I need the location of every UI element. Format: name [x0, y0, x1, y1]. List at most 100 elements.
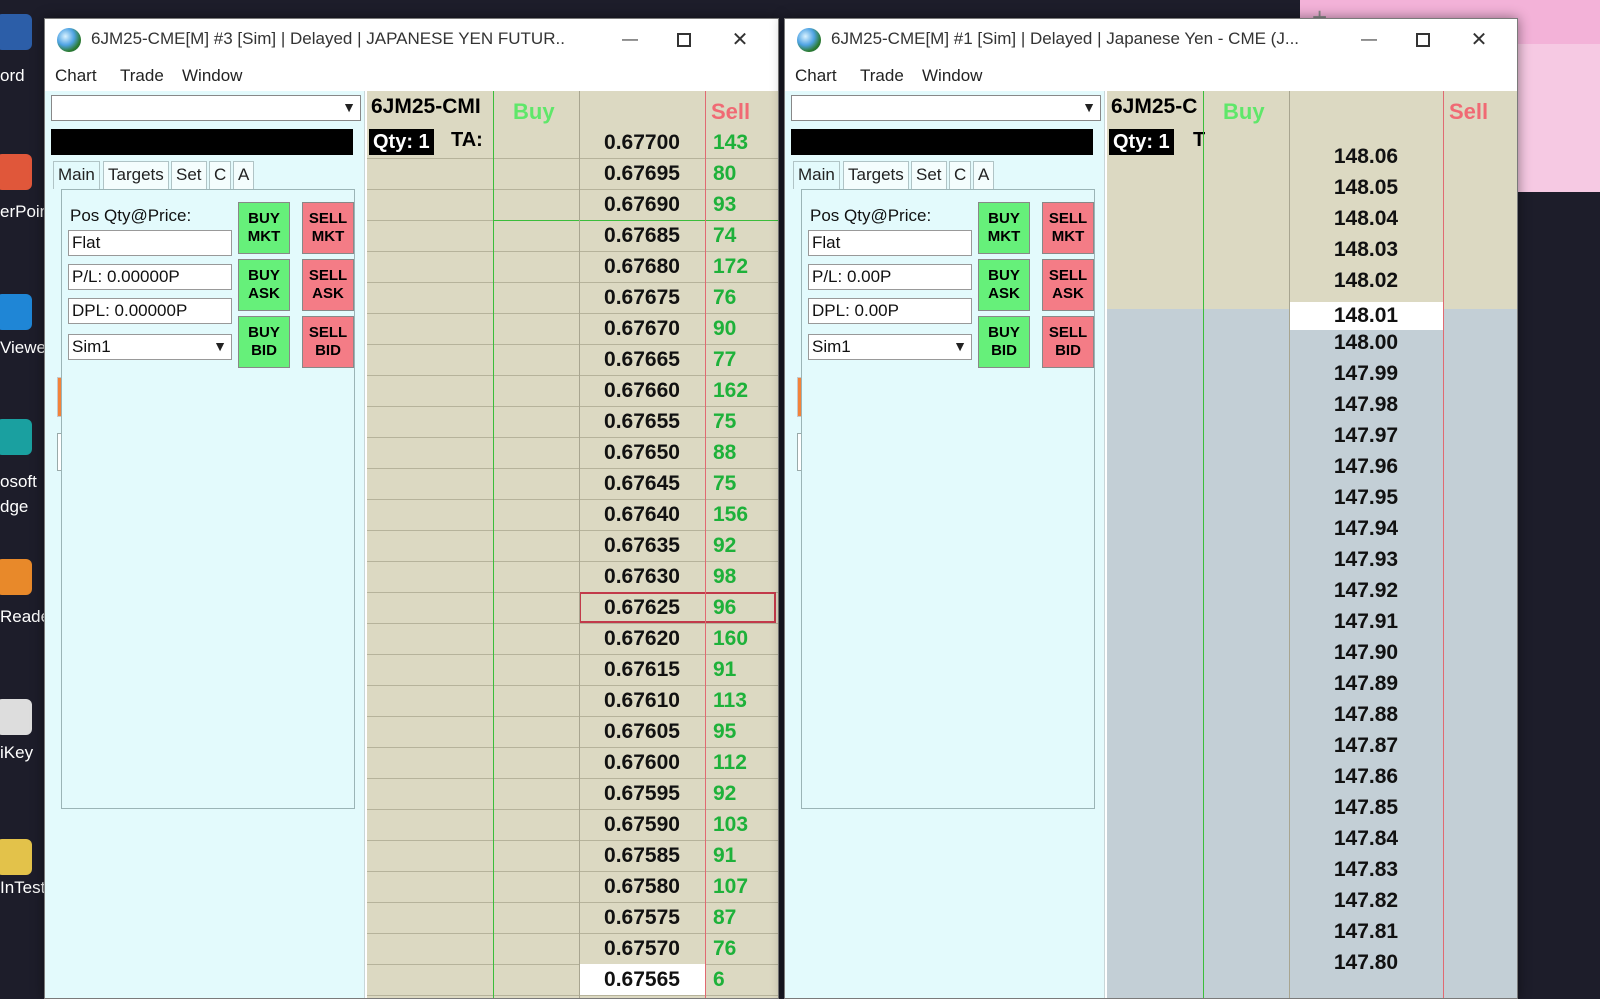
ladder-row[interactable]: 0.67670 90: [367, 313, 778, 344]
menu-trade[interactable]: Trade: [120, 66, 164, 86]
account-select[interactable]: Sim1 ▼: [68, 334, 232, 360]
order-ticket-window[interactable]: 6JM25-CME[M] #3 [Sim] | Delayed | JAPANE…: [44, 18, 779, 999]
tab-a[interactable]: A: [973, 161, 995, 189]
ladder-row[interactable]: 0.67680 172: [367, 251, 778, 282]
ladder-row[interactable]: 147.97: [1107, 420, 1517, 451]
ladder-row[interactable]: 0.67590 103: [367, 809, 778, 840]
ladder-row[interactable]: 147.94: [1107, 513, 1517, 544]
menu-chart[interactable]: Chart: [795, 66, 837, 86]
ladder-row[interactable]: 0.67575 87: [367, 902, 778, 933]
chevron-down-icon[interactable]: ▼: [953, 338, 967, 354]
ladder-row[interactable]: 0.67635 92: [367, 530, 778, 561]
ladder-row[interactable]: 148.03: [1107, 234, 1517, 265]
sell-ask-button[interactable]: SELL ASK: [302, 259, 354, 311]
sell-market-button[interactable]: SELL MKT: [1042, 202, 1094, 254]
ladder-row[interactable]: 147.92: [1107, 575, 1517, 606]
sell-bid-button[interactable]: SELL BID: [1042, 316, 1094, 368]
tab-main[interactable]: Main: [793, 161, 840, 189]
ladder-row[interactable]: 147.93: [1107, 544, 1517, 575]
desktop-shortcut-label[interactable]: ord: [0, 66, 25, 86]
desktop-shortcut-label[interactable]: osoft: [0, 472, 37, 492]
desktop-app-icon[interactable]: [0, 559, 32, 595]
ladder-row[interactable]: 147.80: [1107, 947, 1517, 978]
ladder-row[interactable]: 0.67605 95: [367, 716, 778, 747]
ladder-row[interactable]: 0.67690 93: [367, 189, 778, 220]
ladder-row[interactable]: 147.99: [1107, 358, 1517, 389]
ladder-row[interactable]: 147.90: [1107, 637, 1517, 668]
ladder-row[interactable]: 0.67695 80: [367, 158, 778, 189]
buy-bid-button[interactable]: BUY BID: [238, 316, 290, 368]
menu-trade[interactable]: Trade: [860, 66, 904, 86]
ladder-row[interactable]: 0.67640 156: [367, 499, 778, 530]
chevron-down-icon[interactable]: ▼: [342, 99, 356, 115]
buy-bid-button[interactable]: BUY BID: [978, 316, 1030, 368]
ladder-row[interactable]: 147.85: [1107, 792, 1517, 823]
price-ladder[interactable]: 6JM25-CMI Qty: 1 TA: Buy Sell 0.67700 143 0.676…: [367, 91, 778, 998]
ladder-row[interactable]: 0.67600 112: [367, 747, 778, 778]
desktop-app-icon[interactable]: [0, 14, 32, 50]
maximize-button[interactable]: [660, 25, 708, 55]
ladder-row[interactable]: 148.00: [1107, 327, 1517, 358]
menu-chart[interactable]: Chart: [55, 66, 97, 86]
ladder-row[interactable]: 0.67620 160: [367, 623, 778, 654]
buy-market-button[interactable]: BUY MKT: [978, 202, 1030, 254]
ladder-row[interactable]: 147.98: [1107, 389, 1517, 420]
ladder-row[interactable]: 147.81: [1107, 916, 1517, 947]
tab-c[interactable]: C: [209, 161, 232, 189]
ladder-row[interactable]: 147.83: [1107, 854, 1517, 885]
instrument-selector[interactable]: ▼: [791, 95, 1101, 121]
tab-main[interactable]: Main: [53, 161, 100, 189]
order-ticket-window[interactable]: 6JM25-CME[M] #1 [Sim] | Delayed | Japane…: [784, 18, 1518, 999]
ladder-row[interactable]: 147.87: [1107, 730, 1517, 761]
menu-window[interactable]: Window: [182, 66, 242, 86]
price-ladder[interactable]: 6JM25-C Qty: 1 T Buy Sell 148.06 148.05 148.04 1…: [1107, 91, 1517, 998]
ladder-row[interactable]: 147.89: [1107, 668, 1517, 699]
ladder-row[interactable]: 147.84: [1107, 823, 1517, 854]
tab-set[interactable]: Set: [911, 161, 947, 189]
ladder-row[interactable]: 0.67585 91: [367, 840, 778, 871]
ladder-row[interactable]: 0.67580 107: [367, 871, 778, 902]
desktop-shortcut-label[interactable]: dge: [0, 497, 28, 517]
desktop-shortcut-label[interactable]: InTest: [0, 878, 45, 898]
window-titlebar[interactable]: 6JM25-CME[M] #3 [Sim] | Delayed | JAPANE…: [45, 19, 778, 61]
ladder-row[interactable]: 0.67685 74: [367, 220, 778, 251]
minimize-button[interactable]: —: [1345, 25, 1393, 55]
buy-ask-button[interactable]: BUY ASK: [238, 259, 290, 311]
window-titlebar[interactable]: 6JM25-CME[M] #1 [Sim] | Delayed | Japane…: [785, 19, 1517, 61]
menu-window[interactable]: Window: [922, 66, 982, 86]
sell-ask-button[interactable]: SELL ASK: [1042, 259, 1094, 311]
ladder-row[interactable]: 0.67625 96: [367, 592, 778, 623]
account-select[interactable]: Sim1 ▼: [808, 334, 972, 360]
sell-bid-button[interactable]: SELL BID: [302, 316, 354, 368]
sell-market-button[interactable]: SELL MKT: [302, 202, 354, 254]
desktop-shortcut-label[interactable]: Reade: [0, 607, 50, 627]
tab-targets[interactable]: Targets: [103, 161, 169, 189]
ladder-row[interactable]: 0.67655 75: [367, 406, 778, 437]
ladder-row[interactable]: 148.02: [1107, 265, 1517, 296]
ladder-row[interactable]: 0.67700 143: [367, 127, 778, 158]
close-button[interactable]: ✕: [1455, 25, 1503, 55]
buy-market-button[interactable]: BUY MKT: [238, 202, 290, 254]
desktop-app-icon[interactable]: [0, 154, 32, 190]
ladder-row[interactable]: 0.67650 88: [367, 437, 778, 468]
minimize-button[interactable]: —: [606, 25, 654, 55]
ladder-row[interactable]: 0.67595 92: [367, 778, 778, 809]
ladder-row[interactable]: 0.67665 77: [367, 344, 778, 375]
chevron-down-icon[interactable]: ▼: [1082, 99, 1096, 115]
instrument-selector[interactable]: ▼: [51, 95, 361, 121]
ladder-row[interactable]: 147.82: [1107, 885, 1517, 916]
ladder-row[interactable]: 147.91: [1107, 606, 1517, 637]
ladder-row[interactable]: 0.67610 113: [367, 685, 778, 716]
chevron-down-icon[interactable]: ▼: [213, 338, 227, 354]
desktop-shortcut-label[interactable]: iKey: [0, 743, 33, 763]
ladder-row[interactable]: 0.67615 91: [367, 654, 778, 685]
ladder-row[interactable]: 0.67660 162: [367, 375, 778, 406]
maximize-button[interactable]: [1399, 25, 1447, 55]
ladder-row[interactable]: 148.05: [1107, 172, 1517, 203]
desktop-app-icon[interactable]: [0, 839, 32, 875]
tab-a[interactable]: A: [233, 161, 255, 189]
desktop-app-icon[interactable]: [0, 699, 32, 735]
desktop-app-icon[interactable]: [0, 294, 32, 330]
ladder-row[interactable]: 147.88: [1107, 699, 1517, 730]
ladder-row[interactable]: 147.95: [1107, 482, 1517, 513]
